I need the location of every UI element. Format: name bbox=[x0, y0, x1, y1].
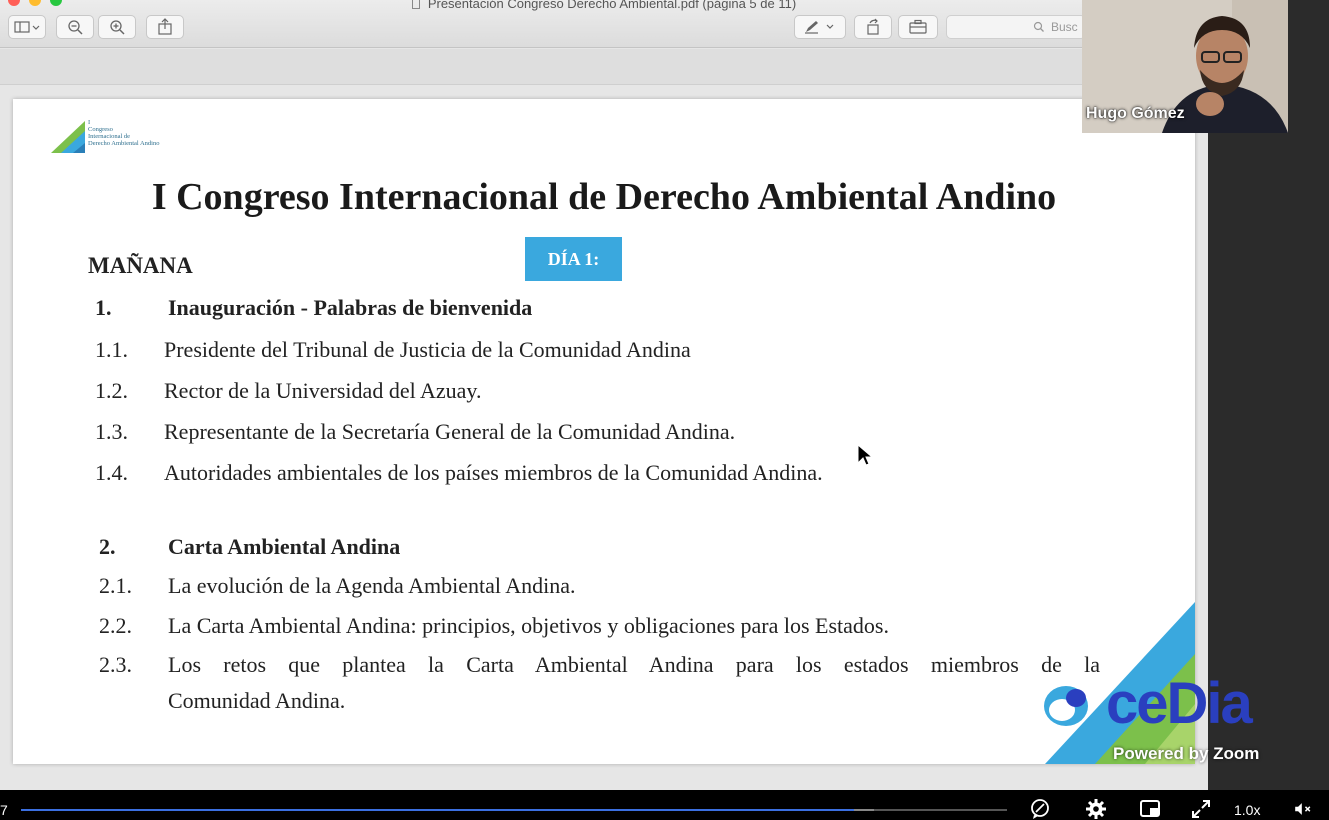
time-readout: 7 bbox=[0, 802, 8, 818]
video-player-bar: 7 1.0x bbox=[0, 790, 1329, 820]
item-number: 1.4. bbox=[95, 460, 128, 485]
item-text: Presidente del Tribunal de Justicia de l… bbox=[164, 337, 691, 362]
mouse-cursor-icon bbox=[857, 444, 873, 466]
rotate-icon bbox=[867, 18, 879, 35]
section-number: 1. bbox=[95, 295, 112, 320]
toolbox-icon bbox=[909, 19, 927, 34]
window-title-text: Presentación Congreso Derecho Ambiental.… bbox=[427, 0, 797, 11]
item-number: 2.3. bbox=[99, 652, 132, 677]
toolbox-button[interactable] bbox=[898, 15, 938, 39]
item-text: Representante de la Secretaría General d… bbox=[164, 419, 736, 444]
item-number: 2.2. bbox=[99, 613, 132, 638]
item-number: 2.1. bbox=[99, 573, 132, 598]
progress-fill bbox=[21, 809, 855, 811]
zoom-in-button[interactable] bbox=[98, 15, 136, 39]
markup-button[interactable] bbox=[794, 15, 846, 39]
share-icon bbox=[158, 18, 172, 35]
search-icon bbox=[1033, 16, 1045, 38]
search-input[interactable]: Busc bbox=[946, 15, 1086, 39]
logo-line: Derecho Ambiental Andino bbox=[88, 140, 160, 147]
participant-name: Hugo Gómez bbox=[1086, 105, 1185, 122]
share-button[interactable] bbox=[146, 15, 184, 39]
rotate-button[interactable] bbox=[854, 15, 892, 39]
item-number: 1.1. bbox=[95, 337, 128, 362]
toolbar: Presentación Congreso Derecho Ambiental.… bbox=[0, 0, 1208, 48]
sidebar-icon bbox=[14, 21, 40, 33]
logo-text: I Congreso Internacional de Derecho Ambi… bbox=[88, 119, 198, 147]
logo-line: Congreso bbox=[88, 126, 113, 133]
fullscreen-icon[interactable] bbox=[1190, 798, 1212, 820]
progress-buffer bbox=[854, 809, 874, 811]
participant-video[interactable]: Hugo Gómez bbox=[1082, 0, 1288, 133]
window-title: Presentación Congreso Derecho Ambiental.… bbox=[0, 0, 1208, 11]
slide-title: I Congreso Internacional de Derecho Ambi… bbox=[151, 176, 1057, 218]
search-placeholder: Busc bbox=[1051, 20, 1078, 34]
mute-icon[interactable] bbox=[1293, 798, 1315, 820]
item-text: Rector de la Universidad del Azuay. bbox=[164, 378, 482, 403]
item-number: 1.3. bbox=[95, 419, 128, 444]
zoom-in-icon bbox=[110, 20, 125, 35]
item-text: Autoridades ambientales de los países mi… bbox=[164, 460, 823, 485]
cedia-wordmark: ceDia bbox=[1106, 671, 1253, 736]
pdf-viewer-window: Presentación Congreso Derecho Ambiental.… bbox=[0, 0, 1208, 790]
pen-icon bbox=[805, 21, 834, 34]
zoom-out-button[interactable] bbox=[56, 15, 94, 39]
powered-by-zoom: Powered by Zoom bbox=[1113, 744, 1260, 763]
gear-icon[interactable] bbox=[1085, 798, 1107, 820]
picture-in-picture-icon[interactable] bbox=[1139, 798, 1161, 820]
logo-line: Internacional de bbox=[88, 133, 131, 140]
progress-bar[interactable] bbox=[21, 809, 1007, 811]
section-title: Carta Ambiental Andina bbox=[168, 534, 401, 559]
item-text: La Carta Ambiental Andina: principios, o… bbox=[168, 613, 889, 638]
chat-icon[interactable] bbox=[1029, 798, 1051, 820]
item-number: 1.2. bbox=[95, 378, 128, 403]
day-badge: DÍA 1: bbox=[525, 237, 622, 281]
sidebar-toggle-button[interactable] bbox=[8, 15, 46, 39]
section-number: 2. bbox=[99, 534, 116, 559]
document-icon bbox=[411, 0, 420, 9]
document-area-header bbox=[0, 49, 1208, 85]
logo-line: I bbox=[88, 119, 91, 126]
section-title: Inauguración - Palabras de bienvenida bbox=[168, 295, 533, 320]
pdf-page: I Congreso Internacional de Derecho Ambi… bbox=[13, 99, 1195, 764]
item-text: La evolución de la Agenda Ambiental Andi… bbox=[168, 573, 576, 598]
session-label: MAÑANA bbox=[88, 253, 193, 278]
item-text: Los retos que plantea la Carta Ambiental… bbox=[168, 652, 1100, 677]
playback-speed[interactable]: 1.0x bbox=[1234, 802, 1260, 818]
zoom-out-icon bbox=[68, 20, 83, 35]
item-text: Comunidad Andina. bbox=[168, 688, 346, 713]
